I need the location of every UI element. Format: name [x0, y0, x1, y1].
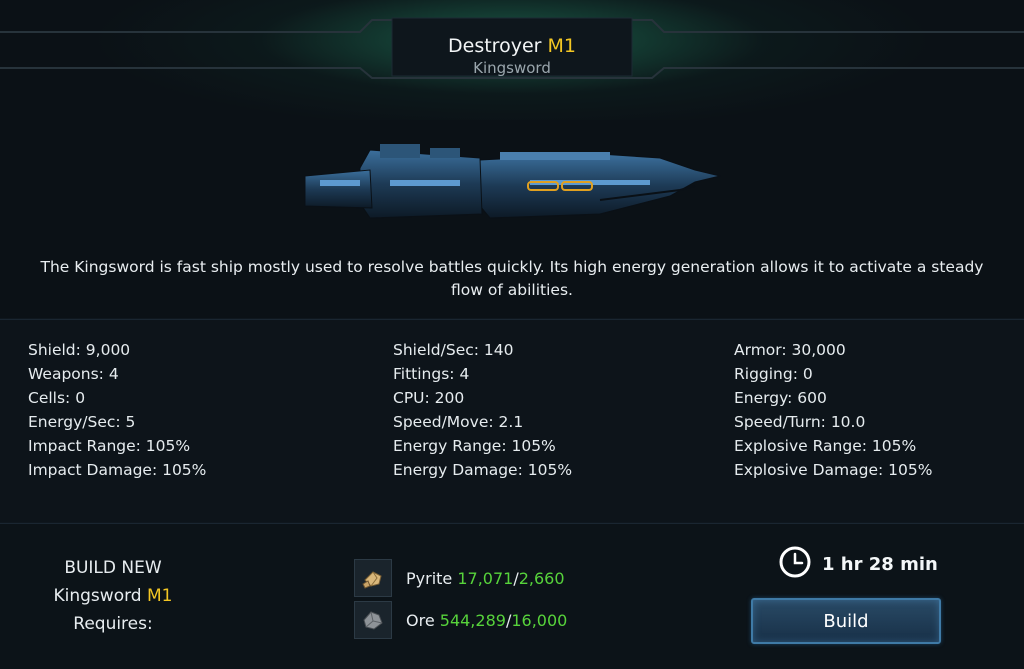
stat-explosive-damage: Explosive Damage: 105%: [734, 461, 933, 479]
resource-need: 2,660: [518, 568, 565, 588]
title-frame: Destroyer M1 Kingsword: [0, 12, 1024, 82]
resource-name: Ore: [406, 610, 435, 630]
pyrite-icon: [354, 559, 392, 597]
ship-subtitle: Kingsword: [473, 59, 551, 77]
stat-impact-damage: Impact Damage: 105%: [28, 461, 207, 479]
ore-amount: Ore 544,289/16,000: [406, 611, 567, 630]
build-ship-line: Kingsword M1: [20, 582, 206, 610]
build-button[interactable]: Build: [751, 598, 941, 644]
resource-have: 544,289: [439, 610, 506, 630]
build-ship-tier: M1: [147, 586, 173, 606]
stats-column-1: Shield: 9,000 Weapons: 4 Cells: 0 Energy…: [28, 338, 206, 482]
pyrite-amount: Pyrite 17,071/2,660: [406, 569, 565, 588]
ore-icon: [354, 601, 392, 639]
build-time: 1 hr 28 min: [822, 553, 938, 575]
stat-speed-turn: Speed/Turn: 10.0: [734, 413, 866, 431]
resource-row-pyrite: Pyrite 17,071/2,660: [354, 559, 565, 597]
build-label: BUILD NEW Kingsword M1 Requires:: [20, 554, 206, 638]
stat-explosive-range: Explosive Range: 105%: [734, 437, 917, 455]
stat-energy-damage: Energy Damage: 105%: [393, 461, 573, 479]
requires-text: Requires:: [73, 614, 153, 634]
stat-energy-range: Energy Range: 105%: [393, 437, 556, 455]
clock-icon: [778, 545, 812, 583]
ship-class: Destroyer: [448, 35, 542, 57]
stats-column-3: Armor: 30,000 Rigging: 0 Energy: 600 Spe…: [734, 338, 932, 482]
stat-impact-range: Impact Range: 105%: [28, 437, 191, 455]
ship-description: The Kingsword is fast ship mostly used t…: [40, 258, 984, 299]
stats-column-2: Shield/Sec: 140 Fittings: 4 CPU: 200 Spe…: [393, 338, 572, 482]
resource-row-ore: Ore 544,289/16,000: [354, 601, 567, 639]
build-ship-name: Kingsword: [53, 586, 142, 606]
ship-image: [300, 140, 725, 230]
resource-need: 16,000: [511, 610, 568, 630]
stat-weapons: Weapons: 4: [28, 365, 119, 383]
stat-cells: Cells: 0: [28, 389, 86, 407]
stat-shield-sec: Shield/Sec: 140: [393, 341, 514, 359]
stat-cpu: CPU: 200: [393, 389, 465, 407]
stat-armor: Armor: 30,000: [734, 341, 846, 359]
stat-rigging: Rigging: 0: [734, 365, 813, 383]
ship-tier: M1: [547, 35, 576, 57]
build-new-text: BUILD NEW: [64, 558, 162, 578]
resource-have: 17,071: [457, 568, 514, 588]
stat-shield: Shield: 9,000: [28, 341, 131, 359]
ship-title: Destroyer M1: [392, 34, 632, 58]
stat-energy-sec: Energy/Sec: 5: [28, 413, 136, 431]
resource-name: Pyrite: [406, 568, 453, 588]
stat-fittings: Fittings: 4: [393, 365, 470, 383]
stat-energy: Energy: 600: [734, 389, 827, 407]
stat-speed-move: Speed/Move: 2.1: [393, 413, 524, 431]
build-timer: 1 hr 28 min: [778, 546, 938, 582]
